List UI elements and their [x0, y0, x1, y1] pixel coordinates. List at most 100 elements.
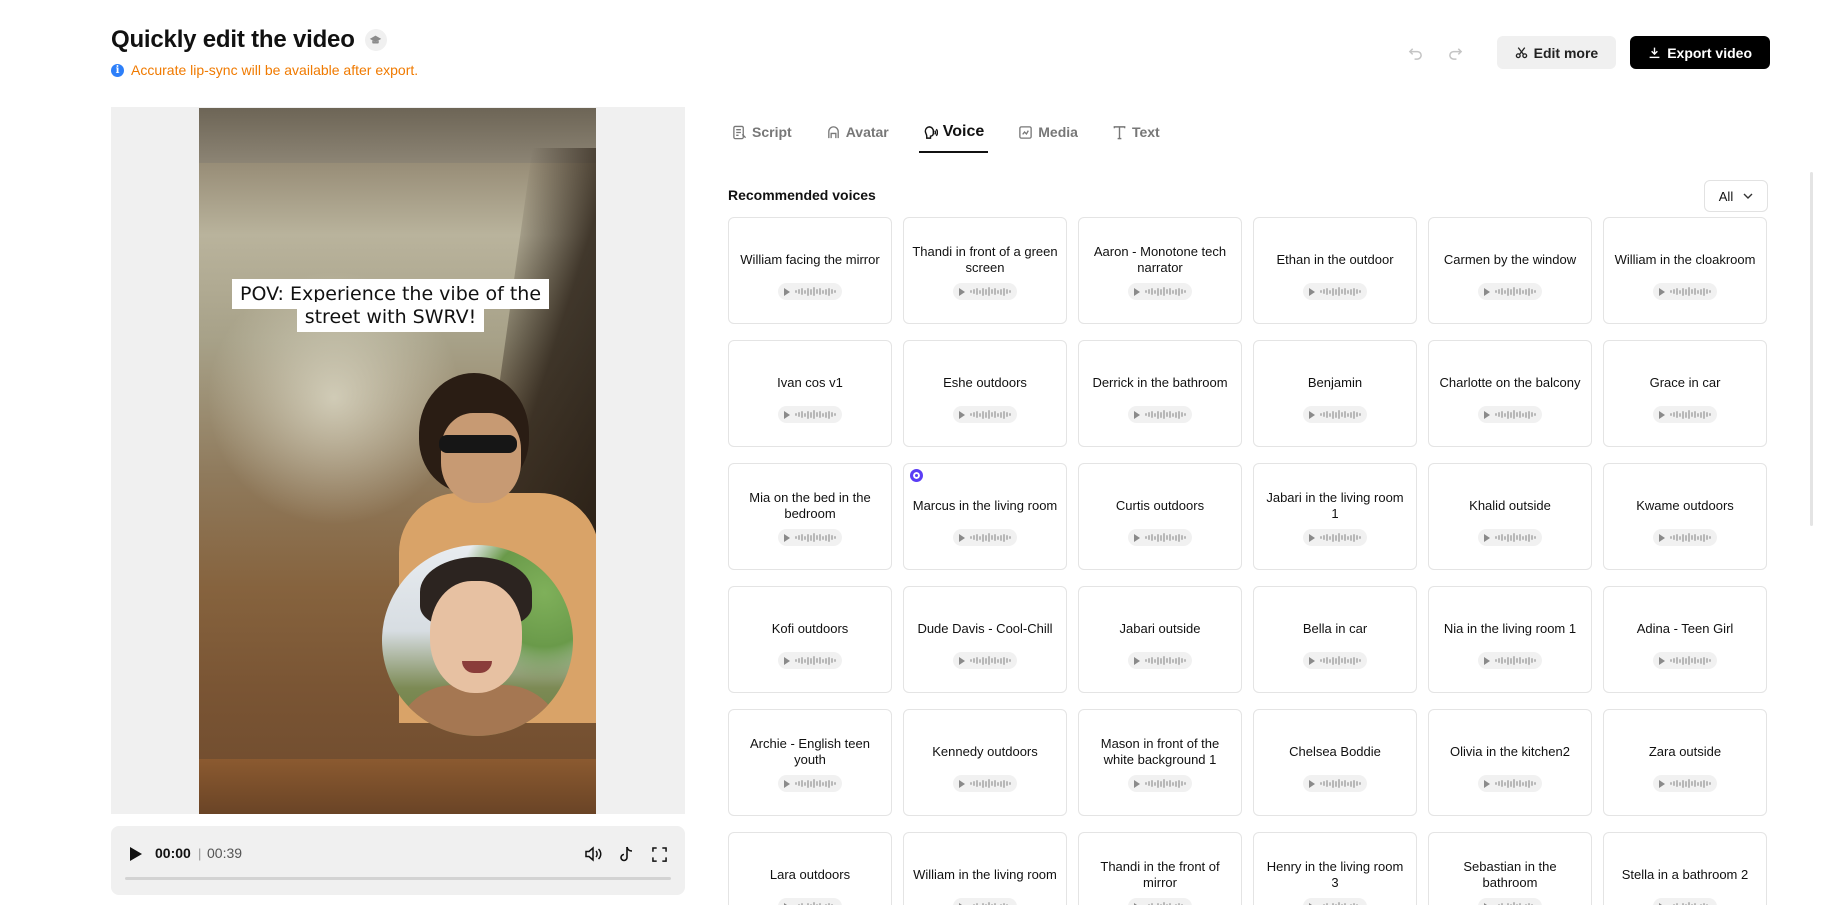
- voice-card[interactable]: Zara outside: [1603, 709, 1767, 816]
- voice-sample-play-button[interactable]: [953, 406, 1017, 423]
- voice-card-name: Mia on the bed in the bedroom: [749, 490, 871, 521]
- fullscreen-button[interactable]: [648, 843, 670, 865]
- tab-media[interactable]: Media: [1014, 117, 1082, 147]
- voice-sample-play-button[interactable]: [1653, 283, 1717, 300]
- voice-sample-play-button[interactable]: [1653, 775, 1717, 792]
- voice-sample-play-button[interactable]: [1303, 283, 1367, 300]
- voice-sample-play-button[interactable]: [778, 898, 842, 905]
- voice-sample-play-button[interactable]: [1478, 775, 1542, 792]
- redo-button[interactable]: [1443, 40, 1469, 66]
- play-icon: [784, 287, 791, 296]
- voice-card[interactable]: Adina - Teen Girl: [1603, 586, 1767, 693]
- voice-sample-play-button[interactable]: [778, 283, 842, 300]
- progress-bar[interactable]: [125, 877, 671, 880]
- voice-sample-play-button[interactable]: [1653, 529, 1717, 546]
- voice-sample-play-button[interactable]: [1478, 652, 1542, 669]
- voice-card[interactable]: Stella in a bathroom 2: [1603, 832, 1767, 905]
- voice-sample-play-button[interactable]: [1128, 529, 1192, 546]
- voice-sample-play-button[interactable]: [778, 406, 842, 423]
- voice-sample-play-button[interactable]: [1303, 898, 1367, 905]
- voice-card[interactable]: Chelsea Boddie: [1253, 709, 1417, 816]
- voice-sample-play-button[interactable]: [1653, 652, 1717, 669]
- voice-card[interactable]: Eshe outdoors: [903, 340, 1067, 447]
- voice-sample-play-button[interactable]: [953, 898, 1017, 905]
- voice-sample-play-button[interactable]: [1303, 529, 1367, 546]
- voice-sample-play-button[interactable]: [1478, 898, 1542, 905]
- voice-sample-play-button[interactable]: [1478, 529, 1542, 546]
- voice-card[interactable]: Mason in front of the white background 1: [1078, 709, 1242, 816]
- voice-card[interactable]: Thandi in front of a green screen: [903, 217, 1067, 324]
- voice-card[interactable]: Dude Davis - Cool-Chill: [903, 586, 1067, 693]
- voice-card[interactable]: Khalid outside: [1428, 463, 1592, 570]
- voice-card[interactable]: Aaron - Monotone tech narrator: [1078, 217, 1242, 324]
- tab-voice[interactable]: Voice: [918, 117, 989, 153]
- play-icon: [959, 410, 966, 419]
- voice-card[interactable]: Benjamin: [1253, 340, 1417, 447]
- voice-sample-play-button[interactable]: [1478, 283, 1542, 300]
- voice-card[interactable]: Lara outdoors: [728, 832, 892, 905]
- voice-sample-play-button[interactable]: [1653, 898, 1717, 905]
- voice-card[interactable]: Bella in car: [1253, 586, 1417, 693]
- voice-filter-dropdown[interactable]: All: [1704, 180, 1768, 212]
- avatar-bubble[interactable]: [382, 545, 573, 736]
- voice-sample-play-button[interactable]: [1128, 652, 1192, 669]
- voice-card[interactable]: Henry in the living room 3: [1253, 832, 1417, 905]
- voice-card[interactable]: Derrick in the bathroom: [1078, 340, 1242, 447]
- video-frame[interactable]: POV: Experience the vibe of the street w…: [199, 108, 596, 814]
- voice-card[interactable]: Kennedy outdoors: [903, 709, 1067, 816]
- voice-sample-play-button[interactable]: [1303, 406, 1367, 423]
- voice-card[interactable]: Nia in the living room 1: [1428, 586, 1592, 693]
- tab-avatar[interactable]: Avatar: [822, 117, 893, 147]
- voice-card[interactable]: Grace in car: [1603, 340, 1767, 447]
- voice-card[interactable]: Sebastian in the bathroom: [1428, 832, 1592, 905]
- export-video-button[interactable]: Export video: [1630, 36, 1770, 69]
- selected-radio-icon[interactable]: [910, 469, 923, 482]
- voice-card[interactable]: Kofi outdoors: [728, 586, 892, 693]
- voice-card[interactable]: William in the living room: [903, 832, 1067, 905]
- play-icon: [784, 533, 791, 542]
- voice-sample-play-button[interactable]: [953, 775, 1017, 792]
- play-icon: [1134, 533, 1141, 542]
- voice-card[interactable]: Olivia in the kitchen2: [1428, 709, 1592, 816]
- voice-sample-play-button[interactable]: [953, 529, 1017, 546]
- edit-more-button[interactable]: Edit more: [1496, 36, 1617, 69]
- voice-sample-play-button[interactable]: [778, 529, 842, 546]
- tab-script-label: Script: [752, 124, 792, 140]
- voice-card[interactable]: Jabari outside: [1078, 586, 1242, 693]
- voice-sample-play-button[interactable]: [778, 775, 842, 792]
- voice-sample-play-button[interactable]: [1478, 406, 1542, 423]
- voice-sample-play-button[interactable]: [1303, 775, 1367, 792]
- voice-card[interactable]: Archie - English teen youth: [728, 709, 892, 816]
- voice-card[interactable]: Ethan in the outdoor: [1253, 217, 1417, 324]
- voice-sample-play-button[interactable]: [953, 283, 1017, 300]
- graduation-cap-icon[interactable]: [364, 29, 387, 51]
- voice-card[interactable]: Jabari in the living room 1: [1253, 463, 1417, 570]
- voice-sample-play-button[interactable]: [953, 652, 1017, 669]
- voice-sample-play-button[interactable]: [1128, 283, 1192, 300]
- voice-card[interactable]: William in the cloakroom: [1603, 217, 1767, 324]
- voice-sample-play-button[interactable]: [1303, 652, 1367, 669]
- play-button[interactable]: [127, 845, 145, 863]
- voice-card[interactable]: Mia on the bed in the bedroom: [728, 463, 892, 570]
- tab-text[interactable]: Text: [1108, 117, 1164, 147]
- voice-card[interactable]: Thandi in the front of mirror: [1078, 832, 1242, 905]
- voice-sample-play-button[interactable]: [1128, 775, 1192, 792]
- tab-script[interactable]: Script: [728, 117, 796, 147]
- voice-list-scrollbar[interactable]: [1810, 172, 1813, 526]
- voice-card[interactable]: Curtis outdoors: [1078, 463, 1242, 570]
- voice-card[interactable]: William facing the mirror: [728, 217, 892, 324]
- voice-card[interactable]: Kwame outdoors: [1603, 463, 1767, 570]
- volume-button[interactable]: [583, 843, 605, 865]
- voice-card[interactable]: Carmen by the window: [1428, 217, 1592, 324]
- voice-sample-play-button[interactable]: [1128, 898, 1192, 905]
- play-icon: [959, 287, 966, 296]
- voice-card[interactable]: Charlotte on the balcony: [1428, 340, 1592, 447]
- voice-card[interactable]: Marcus in the living room: [903, 463, 1067, 570]
- voice-sample-play-button[interactable]: [1128, 406, 1192, 423]
- voice-sample-play-button[interactable]: [778, 652, 842, 669]
- voice-sample-play-button[interactable]: [1653, 406, 1717, 423]
- undo-button[interactable]: [1403, 40, 1429, 66]
- voice-card[interactable]: Ivan cos v1: [728, 340, 892, 447]
- tiktok-button[interactable]: [615, 843, 637, 865]
- video-caption[interactable]: POV: Experience the vibe of the street w…: [229, 279, 552, 332]
